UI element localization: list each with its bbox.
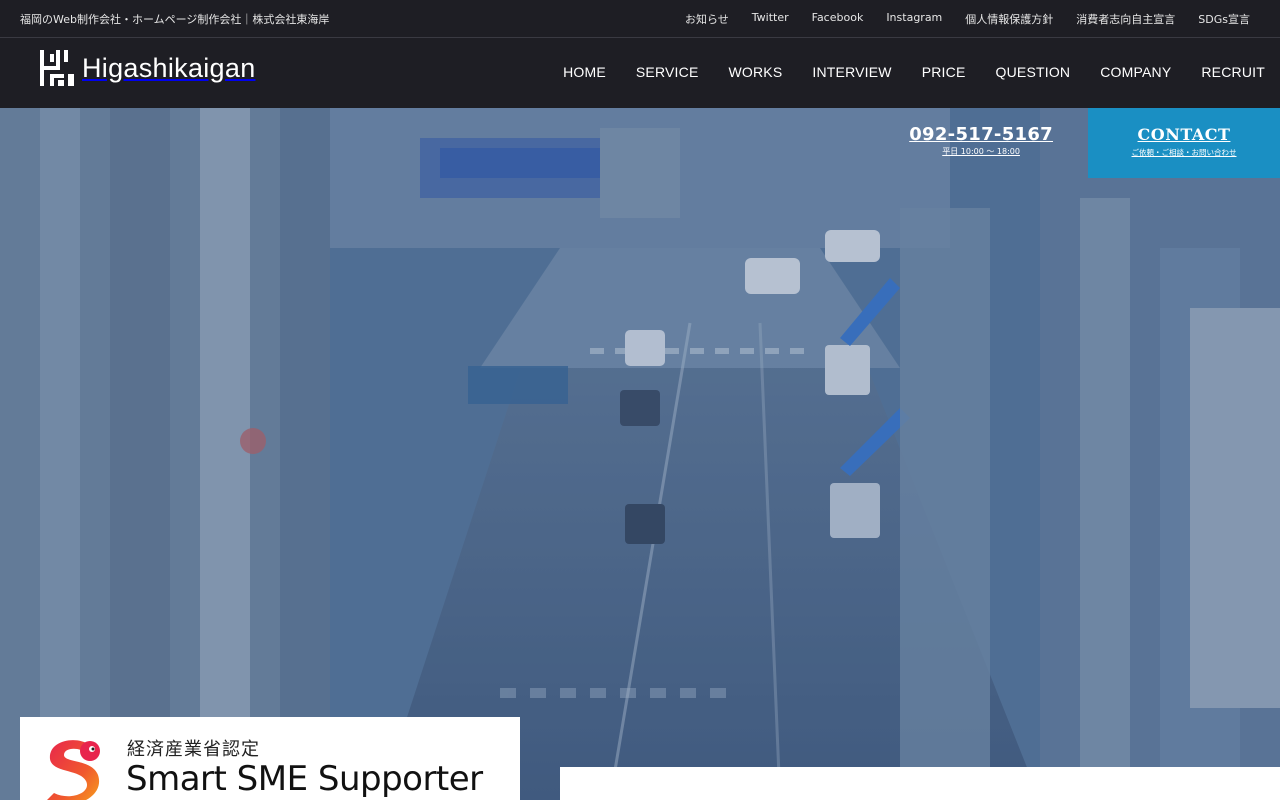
site-logo[interactable]: Higashikaigan	[40, 50, 256, 86]
top-link-consumer-declaration[interactable]: 消費者志向自主宣言	[1076, 11, 1175, 27]
badge-title: Smart SME Supporter	[126, 759, 483, 799]
nav-question[interactable]: QUESTION	[996, 64, 1071, 80]
contact-subtitle: ご依頼・ご相談・お問い合わせ	[1131, 148, 1237, 157]
contact-title: CONTACT	[1137, 125, 1231, 144]
top-link-instagram[interactable]: Instagram	[886, 11, 942, 27]
top-link-twitter[interactable]: Twitter	[752, 11, 789, 27]
main-nav: HOME SERVICE WORKS INTERVIEW PRICE QUEST…	[563, 64, 1265, 80]
top-link-privacy[interactable]: 個人情報保護方針	[965, 11, 1053, 27]
nav-price[interactable]: PRICE	[922, 64, 966, 80]
nav-company[interactable]: COMPANY	[1100, 64, 1171, 80]
phone-number: 092-517-5167	[909, 124, 1053, 145]
phone-contact[interactable]: 092-517-5167 平日 10:00 〜 18:00	[909, 124, 1053, 157]
nav-works[interactable]: WORKS	[728, 64, 782, 80]
top-bar: 福岡のWeb制作会社・ホームページ制作会社｜株式会社東海岸 お知らせ Twitt…	[0, 0, 1280, 38]
nav-home[interactable]: HOME	[563, 64, 606, 80]
top-links: お知らせ Twitter Facebook Instagram 個人情報保護方針…	[685, 11, 1250, 27]
badge-certification-label: 経済産業省認定	[127, 739, 260, 760]
phone-hours: 平日 10:00 〜 18:00	[942, 147, 1020, 156]
hero-section: 092-517-5167 平日 10:00 〜 18:00 CONTACT ご依…	[0, 108, 1280, 800]
smart-sme-supporter-badge: 経済産業省認定 Smart SME Supporter	[20, 717, 520, 800]
top-link-news[interactable]: お知らせ	[685, 11, 729, 27]
nav-service[interactable]: SERVICE	[636, 64, 699, 80]
logo-text: Higashikaigan	[82, 52, 256, 83]
contact-button[interactable]: CONTACT ご依頼・ご相談・お問い合わせ	[1088, 108, 1280, 178]
nav-interview[interactable]: INTERVIEW	[812, 64, 891, 80]
top-link-facebook[interactable]: Facebook	[812, 11, 864, 27]
site-tagline: 福岡のWeb制作会社・ホームページ制作会社｜株式会社東海岸	[20, 12, 330, 26]
site-header: Higashikaigan HOME SERVICE WORKS INTERVI…	[0, 38, 1280, 108]
logo-mark-icon	[40, 50, 74, 86]
smart-sme-logo-icon	[47, 740, 100, 800]
top-link-sdgs[interactable]: SDGs宣言	[1198, 11, 1250, 27]
nav-recruit[interactable]: RECRUIT	[1201, 64, 1265, 80]
hero-overlay	[0, 108, 1280, 800]
content-panel	[560, 767, 1280, 800]
